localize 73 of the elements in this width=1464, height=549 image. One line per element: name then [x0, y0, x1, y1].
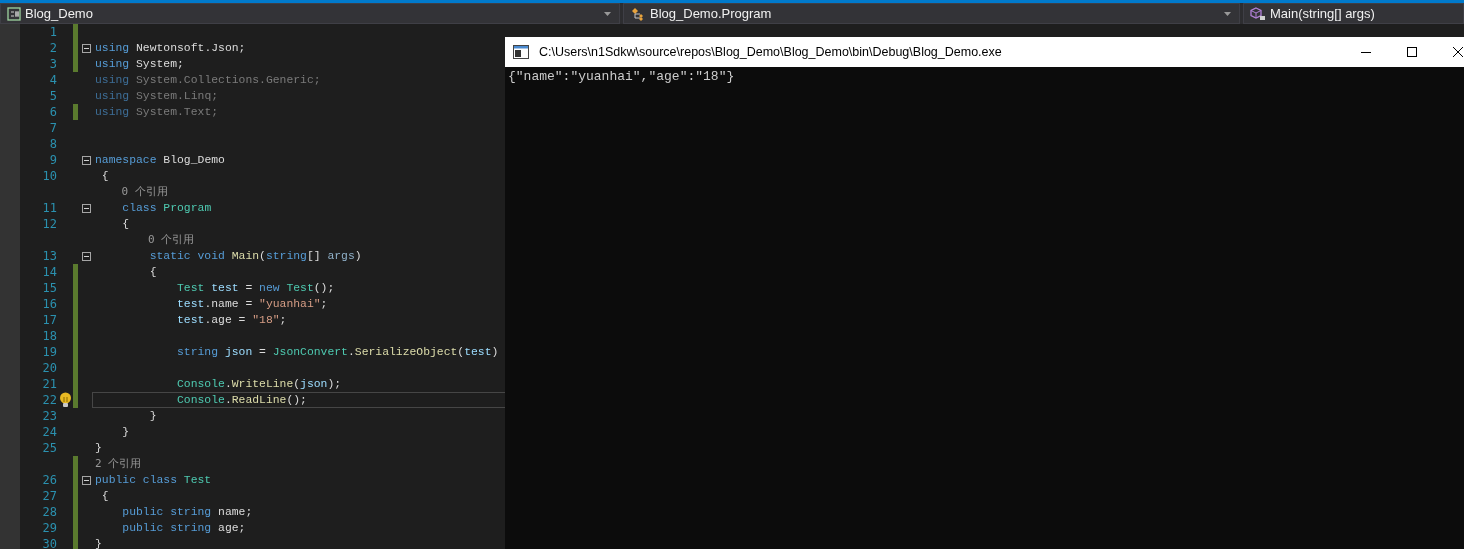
- code-line: {: [100, 169, 109, 183]
- line-number: 24: [42, 425, 57, 439]
- line-number: 4: [49, 73, 57, 87]
- line-number: 29: [42, 521, 57, 535]
- code-lens[interactable]: 2 个引用: [95, 457, 142, 471]
- code-line: Console.ReadLine();: [176, 393, 307, 407]
- line-number: 16: [42, 297, 57, 311]
- code-line: }: [95, 441, 102, 455]
- class-icon: [630, 6, 646, 21]
- line-number: 25: [42, 441, 57, 455]
- line-number: 22: [42, 393, 57, 407]
- code-line: using Newtonsoft.Json;: [95, 41, 246, 55]
- line-number: 30: [42, 537, 57, 549]
- code-line: test.name = "yuanhai";: [176, 297, 328, 311]
- code-line: using System.Linq;: [95, 89, 219, 103]
- line-number: 15: [42, 281, 57, 295]
- lightbulb-icon[interactable]: [58, 392, 72, 408]
- collapse-icon[interactable]: [81, 251, 91, 261]
- code-line: static void Main(string[] args): [148, 249, 362, 263]
- code-line: }: [95, 537, 102, 549]
- line-number: 17: [42, 313, 57, 327]
- line-number: 19: [42, 345, 57, 359]
- line-number: 11: [42, 201, 57, 215]
- console-icon: [513, 45, 529, 59]
- line-number: 10: [42, 169, 57, 183]
- code-line: test.age = "18";: [176, 313, 287, 327]
- code-line: }: [148, 409, 157, 423]
- code-line: Console.WriteLine(json);: [176, 377, 342, 391]
- line-number: 6: [49, 105, 57, 119]
- code-line: class Program: [121, 201, 212, 215]
- line-number: 3: [49, 57, 57, 71]
- code-line: Test test = new Test();: [176, 281, 335, 295]
- code-line: using System.Text;: [95, 105, 219, 119]
- line-number: 28: [42, 505, 57, 519]
- line-number: 13: [42, 249, 57, 263]
- line-number: 5: [49, 89, 57, 103]
- line-number: 1: [49, 25, 57, 39]
- project-icon: [7, 6, 21, 21]
- navigation-dropdown[interactable]: Blog_Demo.Program: [623, 3, 1240, 24]
- line-number: 12: [42, 217, 57, 231]
- code-line: string json = JsonConvert.SerializeObject(test): [176, 345, 499, 359]
- code-line: {: [100, 489, 109, 503]
- method-icon: [1250, 6, 1266, 21]
- collapse-icon[interactable]: [81, 155, 91, 165]
- line-number: 26: [42, 473, 57, 487]
- line-number: 20: [42, 361, 57, 375]
- collapse-icon[interactable]: [81, 475, 91, 485]
- code-line: public class Test: [95, 473, 212, 487]
- line-number: 2: [49, 41, 57, 55]
- line-number: 23: [42, 409, 57, 423]
- code-line: public string age;: [121, 521, 246, 535]
- code-line: namespace Blog_Demo: [95, 153, 225, 167]
- code-line: public string name;: [121, 505, 253, 519]
- code-line: }: [121, 425, 130, 439]
- navigation-dropdown[interactable]: Blog_Demo: [0, 3, 620, 24]
- line-number: 27: [42, 489, 57, 503]
- line-number: 18: [42, 329, 57, 343]
- line-number: 21: [42, 377, 57, 391]
- console-output: {"name":"yuanhai","age":"18"}: [508, 69, 736, 85]
- code-line: using System;: [95, 57, 184, 71]
- code-line: {: [148, 265, 157, 279]
- collapse-icon[interactable]: [81, 43, 91, 53]
- line-number: 9: [49, 153, 57, 167]
- navigation-dropdown[interactable]: Main(string[] args): [1243, 3, 1464, 24]
- collapse-icon[interactable]: [81, 203, 91, 213]
- line-number: 8: [49, 137, 57, 151]
- line-number: 14: [42, 265, 57, 279]
- code-lens[interactable]: 0 个引用: [95, 233, 195, 247]
- window-title: C:\Users\n1Sdkw\source\repos\Blog_Demo\Blog_Demo\bin\Debug\Blog_Demo.exe: [539, 45, 1003, 59]
- code-line: using System.Collections.Generic;: [95, 73, 321, 87]
- line-number: 7: [49, 121, 57, 135]
- code-line: {: [121, 217, 130, 231]
- code-lens[interactable]: 0 个引用: [95, 185, 168, 199]
